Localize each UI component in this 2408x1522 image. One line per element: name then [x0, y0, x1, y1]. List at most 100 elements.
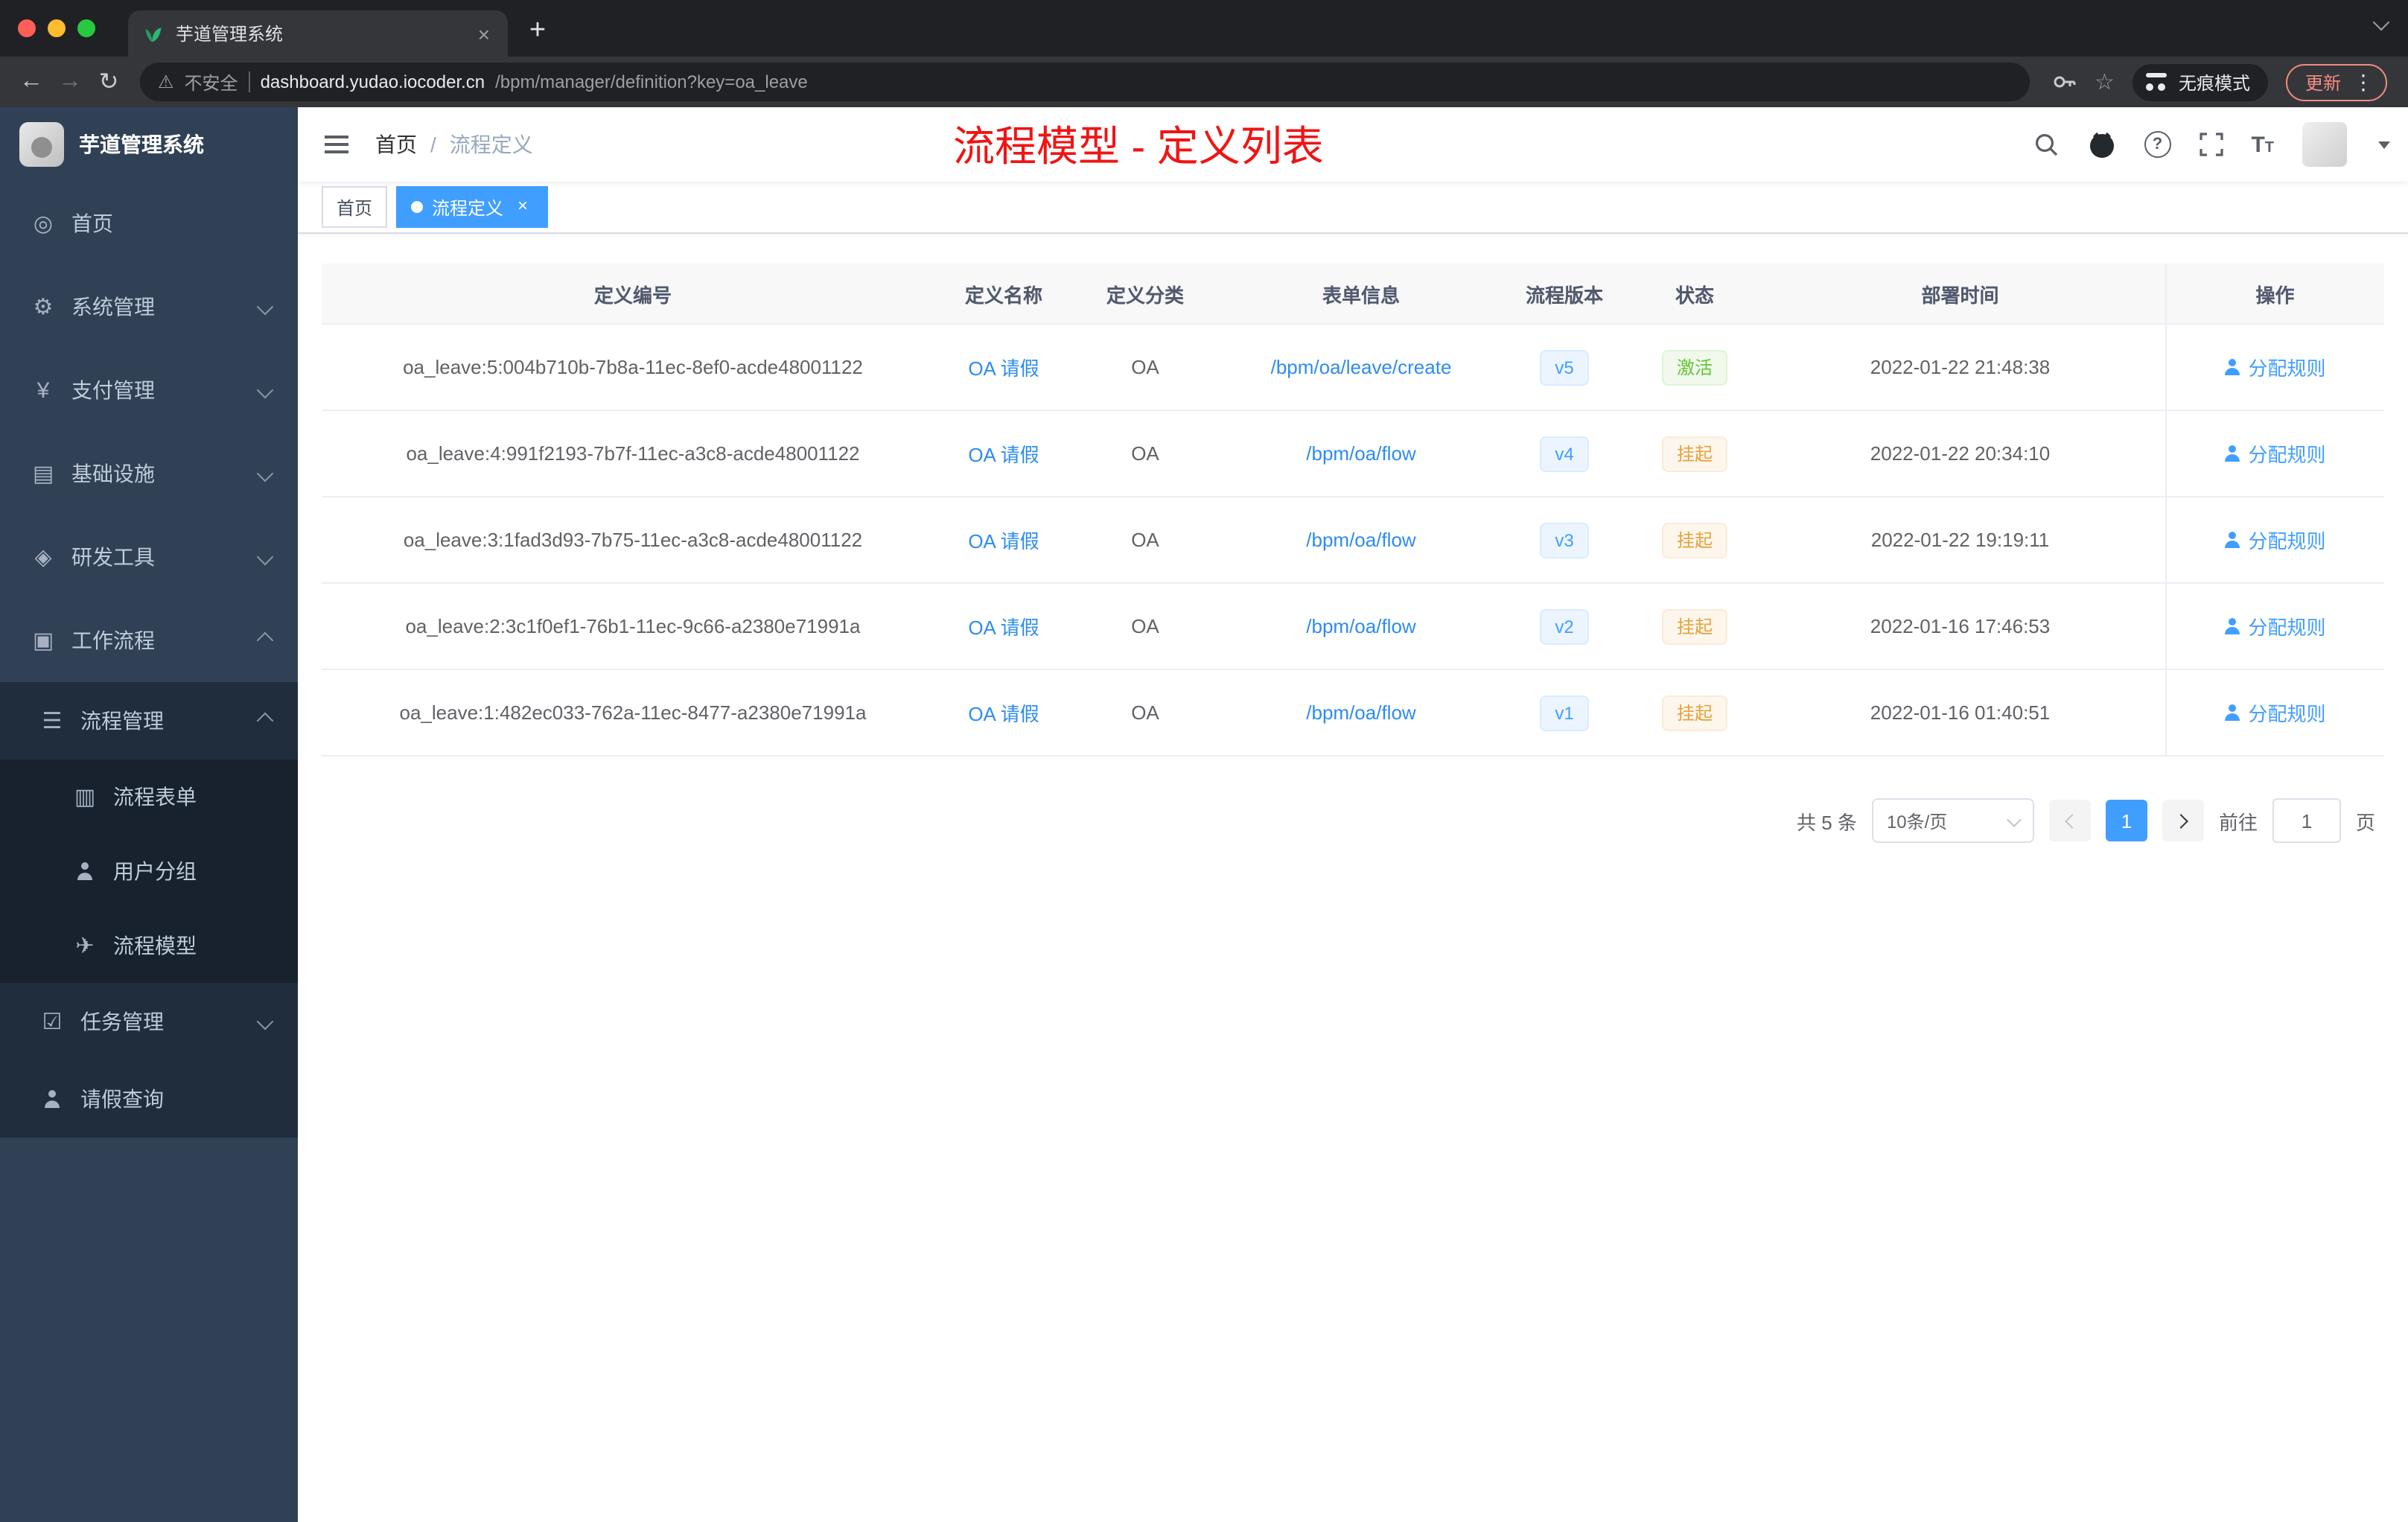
incognito-badge: 无痕模式: [2132, 63, 2268, 101]
document-icon: ▥: [74, 785, 96, 810]
form-info-link[interactable]: /bpm/oa/flow: [1306, 701, 1415, 724]
address-bar[interactable]: ⚠ 不安全 dashboard.yudao.iocoder.cn /bpm/ma…: [140, 63, 2030, 101]
person-icon: [36, 1090, 69, 1108]
definition-name-link[interactable]: OA 请假: [968, 444, 1039, 466]
fullscreen-icon[interactable]: [2199, 133, 2223, 156]
column-header: 流程版本: [1495, 264, 1634, 325]
assign-rule-label: 分配规则: [2248, 357, 2326, 380]
sidebar-item-label: 工作流程: [71, 628, 155, 652]
definition-name-link[interactable]: OA 请假: [968, 530, 1039, 553]
form-info-link[interactable]: /bpm/oa/flow: [1306, 615, 1415, 637]
assign-rule-link[interactable]: 分配规则: [2224, 353, 2325, 381]
avatar-dropdown-caret-icon[interactable]: [2378, 141, 2390, 148]
tag-process-definition[interactable]: 流程定义 ×: [396, 186, 549, 228]
sidebar-item-process-model[interactable]: ✈ 流程模型: [0, 908, 298, 983]
browser-tab[interactable]: 芋道管理系统 ×: [128, 10, 508, 57]
person-icon: [2224, 704, 2240, 721]
sidebar-item-label: 首页: [71, 211, 113, 235]
app-header: 首页 / 流程定义 流程模型 - 定义列表: [298, 107, 2408, 182]
sidebar-item-payment-management[interactable]: ¥ 支付管理: [0, 348, 298, 432]
definition-id: oa_leave:1:482ec033-762a-11ec-8477-a2380…: [399, 701, 867, 724]
key-icon[interactable]: [2050, 69, 2077, 95]
assign-rule-link[interactable]: 分配规则: [2224, 612, 2325, 640]
minimize-window-button[interactable]: [48, 19, 66, 37]
sidebar-item-process-form[interactable]: ▥ 流程表单: [0, 760, 298, 834]
sidebar-item-leave-query[interactable]: 请假查询: [0, 1060, 298, 1138]
assign-rule-label: 分配规则: [2248, 617, 2326, 639]
assign-rule-link[interactable]: 分配规则: [2224, 698, 2325, 727]
chevron-up-icon: [256, 631, 274, 649]
toolbox-icon: ◈: [34, 545, 52, 570]
new-tab-button[interactable]: +: [517, 10, 558, 52]
breadcrumb-separator: /: [430, 133, 436, 156]
status-badge: 挂起: [1661, 436, 1727, 471]
font-size-icon[interactable]: [2251, 133, 2274, 156]
back-icon[interactable]: ←: [12, 63, 51, 101]
help-icon[interactable]: [2144, 131, 2171, 158]
github-icon[interactable]: [2087, 130, 2115, 159]
sidebar-item-infrastructure[interactable]: ▤ 基础设施: [0, 432, 298, 515]
chevron-up-icon: [256, 712, 274, 730]
assign-rule-link[interactable]: 分配规则: [2224, 439, 2325, 468]
form-info-link[interactable]: /bpm/oa/leave/create: [1271, 356, 1452, 378]
table-row: oa_leave:4:991f2193-7b7f-11ec-a3c8-acde4…: [322, 410, 2384, 497]
sidebar-item-label: 用户分组: [113, 859, 197, 883]
page-1-button[interactable]: 1: [2105, 800, 2147, 841]
assign-rule-label: 分配规则: [2248, 444, 2326, 466]
tab-search-icon[interactable]: [2372, 9, 2390, 36]
sidebar-item-label: 研发工具: [71, 545, 155, 569]
paper-plane-icon: ✈: [75, 934, 95, 959]
gear-icon: ⚙: [33, 295, 54, 320]
browser-tab-strip: 芋道管理系统 × +: [0, 0, 2408, 57]
form-info-link[interactable]: /bpm/oa/flow: [1306, 529, 1415, 551]
bookmark-star-icon[interactable]: ☆: [2095, 69, 2115, 95]
url-host: dashboard.yudao.iocoder.cn: [260, 71, 485, 92]
update-button[interactable]: 更新 ⋮: [2285, 63, 2387, 101]
tag-label: 流程定义: [432, 197, 504, 218]
assign-rule-link[interactable]: 分配规则: [2224, 526, 2325, 554]
deploy-time: 2022-01-22 19:19:11: [1870, 529, 2050, 551]
person-icon: [2224, 532, 2240, 548]
tab-close-icon[interactable]: ×: [475, 22, 493, 45]
tag-home[interactable]: 首页: [322, 186, 388, 228]
deploy-time: 2022-01-16 01:40:51: [1870, 701, 2051, 724]
breadcrumb-home[interactable]: 首页: [375, 130, 417, 159]
definition-id: oa_leave:2:3c1f0ef1-76b1-11ec-9c66-a2380…: [405, 615, 861, 637]
sidebar-item-task-management[interactable]: ☑ 任务管理: [0, 983, 298, 1060]
next-page-button[interactable]: [2162, 800, 2204, 841]
chevron-down-icon: [256, 381, 274, 399]
goto-page-input[interactable]: [2272, 798, 2341, 843]
tag-close-icon[interactable]: ×: [512, 196, 533, 217]
person-icon: [2224, 618, 2240, 634]
maximize-window-button[interactable]: [77, 19, 95, 37]
browser-menu-icon[interactable]: ⋮: [2353, 69, 2374, 95]
sidebar-item-system-management[interactable]: ⚙ 系统管理: [0, 265, 298, 348]
definition-name-link[interactable]: OA 请假: [968, 703, 1039, 725]
column-header: 定义分类: [1063, 264, 1227, 325]
breadcrumb: 首页 / 流程定义: [375, 130, 533, 159]
sidebar-item-label: 系统管理: [71, 295, 155, 319]
definition-name-link[interactable]: OA 请假: [968, 617, 1039, 639]
column-header: 表单信息: [1227, 264, 1495, 325]
sidebar-item-label: 任务管理: [80, 1010, 164, 1034]
prev-page-button[interactable]: [2048, 800, 2091, 841]
column-header: 定义名称: [944, 264, 1063, 325]
close-window-button[interactable]: [18, 19, 36, 37]
page-size-select[interactable]: 10条/页: [1871, 798, 2034, 843]
search-icon[interactable]: [2033, 132, 2059, 157]
incognito-icon: [2144, 73, 2168, 91]
page-annotation-title: 流程模型 - 定义列表: [953, 124, 1324, 170]
sidebar-item-home[interactable]: ◎ 首页: [0, 182, 298, 265]
sidebar-menu: ◎ 首页 ⚙ 系统管理 ¥ 支付管理 ▤ 基础设施 ◈ 研发工具 ▣ 工作流程 ☰ 流程管理 ▥ 流程表单用户…: [0, 182, 298, 1138]
definition-name-link[interactable]: OA 请假: [968, 357, 1039, 380]
sidebar-item-dev-tools[interactable]: ◈ 研发工具: [0, 515, 298, 599]
avatar[interactable]: [2302, 122, 2347, 167]
reload-icon[interactable]: ↻: [89, 63, 128, 101]
sidebar-item-workflow[interactable]: ▣ 工作流程: [0, 599, 298, 682]
form-info-link[interactable]: /bpm/oa/flow: [1306, 442, 1415, 465]
table-row: oa_leave:1:482ec033-762a-11ec-8477-a2380…: [322, 669, 2384, 757]
sidebar-item-process-management[interactable]: ☰ 流程管理: [0, 682, 298, 760]
forward-icon[interactable]: →: [51, 63, 89, 101]
sidebar-item-user-group[interactable]: 用户分组: [0, 834, 298, 908]
sidebar-collapse-icon[interactable]: [325, 143, 348, 146]
